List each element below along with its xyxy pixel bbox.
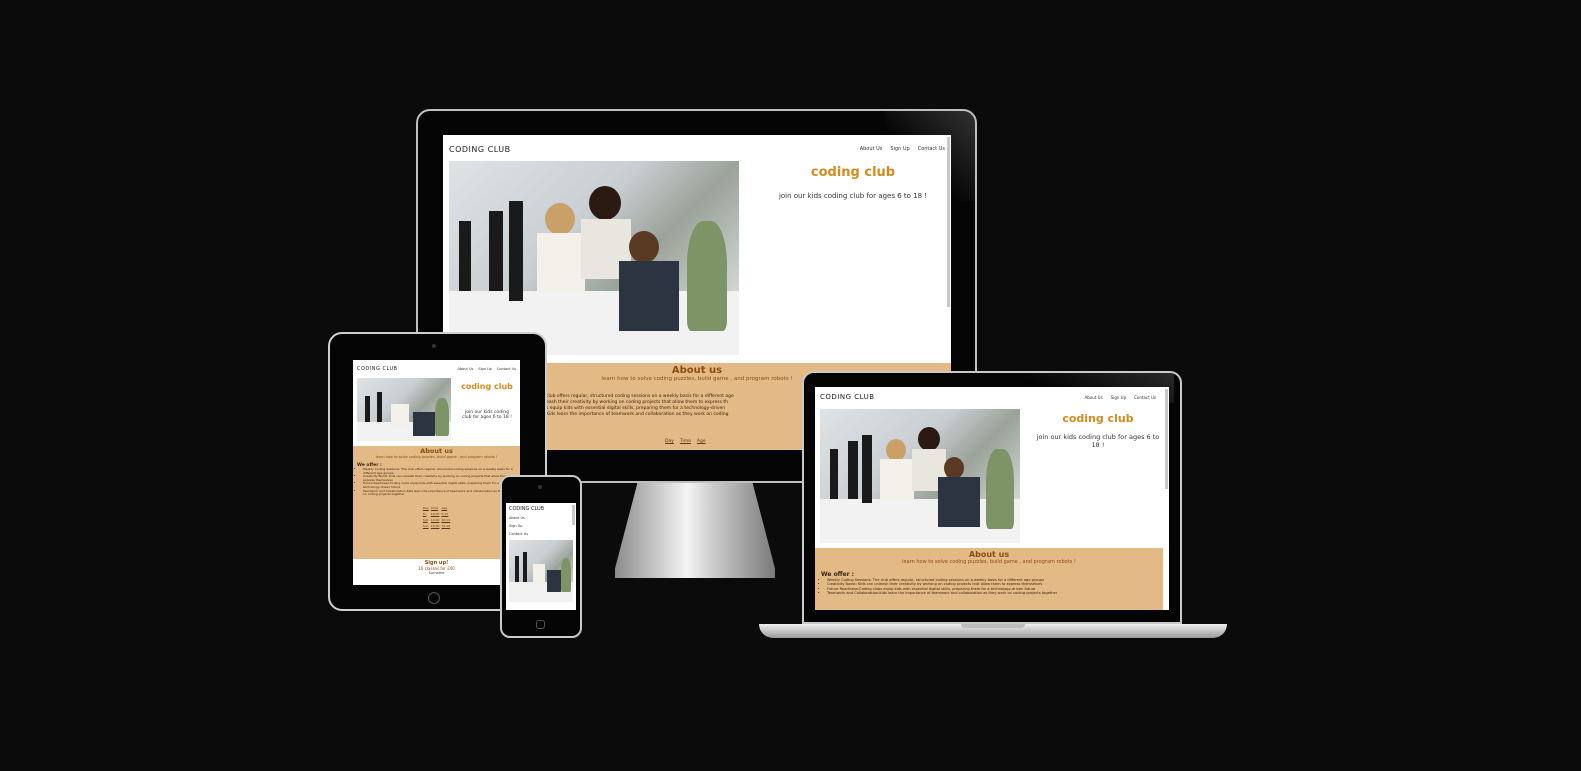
desktop-nav: CODING CLUB About Us Sign Up Contact Us (443, 135, 951, 163)
laptop-offer-list: Weekly Coding Sessions: The club offers … (815, 578, 1163, 596)
scrollbar[interactable] (947, 137, 950, 307)
site-logo[interactable]: CODING CLUB (449, 145, 511, 154)
nav-links: About Us Sign Up Contact Us (860, 146, 945, 152)
nav-link-about[interactable]: About Us (860, 146, 883, 152)
monitor-stand (615, 483, 775, 578)
laptop-nav-contact[interactable]: Contact Us (1134, 395, 1156, 400)
tablet-hero-subtitle: join our kids coding club for ages 6 to … (462, 410, 512, 420)
tablet-nav-signup[interactable]: Sign Up (478, 367, 492, 371)
tablet-hero-image (357, 378, 451, 441)
laptop-hero-subtitle: join our kids coding club for ages 6 to … (1036, 433, 1160, 449)
hero-subtitle: join our kids coding club for ages 6 to … (778, 192, 928, 200)
laptop-nav-signup[interactable]: Sign Up (1111, 395, 1126, 400)
laptop-hero-title: coding club (1062, 412, 1134, 425)
phone-logo[interactable]: CODING CLUB (509, 506, 544, 512)
phone-nav-signup[interactable]: Sign Up (509, 522, 528, 530)
phone-screen: CODING CLUB About Us Sign Up Contact Us (506, 503, 576, 610)
laptop-about-section: About us learn how to solve coding puzzl… (815, 548, 1163, 610)
tablet-schedule-table: Day Time Age Fri 16:00 6-10 Sat 14:00 10-14 Su… (422, 505, 451, 528)
laptop-nav-about[interactable]: About Us (1085, 395, 1103, 400)
schedule-table-header: Day Time Age (665, 439, 706, 444)
laptop-hero-image (820, 409, 1020, 543)
phone-nav-about[interactable]: About Us (509, 514, 528, 522)
tablet-signup: Sign up! 10 classes for £40 Surname (418, 560, 455, 575)
tablet-offer-list: Weekly Coding Sessions: The club offers … (353, 467, 520, 497)
phone-nav-contact[interactable]: Contact Us (509, 530, 528, 538)
tablet-about-section: About us learn how to solve coding puzzl… (353, 446, 520, 559)
laptop-screen: CODING CLUB About Us Sign Up Contact Us … (815, 387, 1169, 610)
nav-link-contact[interactable]: Contact Us (918, 146, 945, 152)
tablet-nav-about[interactable]: About Us (457, 367, 473, 371)
tablet-nav-contact[interactable]: Contact Us (497, 367, 516, 371)
tablet-logo[interactable]: CODING CLUB (357, 366, 398, 372)
hero-image (449, 161, 739, 355)
laptop-base (759, 624, 1227, 638)
tablet-screen: CODING CLUB About Us Sign Up Contact Us … (353, 360, 520, 585)
tablet-hero-title: coding club (461, 382, 513, 391)
laptop-scrollbar[interactable] (1165, 389, 1168, 489)
hero-title: coding club (810, 165, 896, 180)
phone-nav: About Us Sign Up Contact Us (509, 514, 528, 538)
phone-hero-image (509, 540, 573, 602)
laptop-logo[interactable]: CODING CLUB (820, 393, 875, 401)
phone-scrollbar[interactable] (572, 505, 575, 525)
nav-link-signup[interactable]: Sign Up (890, 146, 909, 152)
